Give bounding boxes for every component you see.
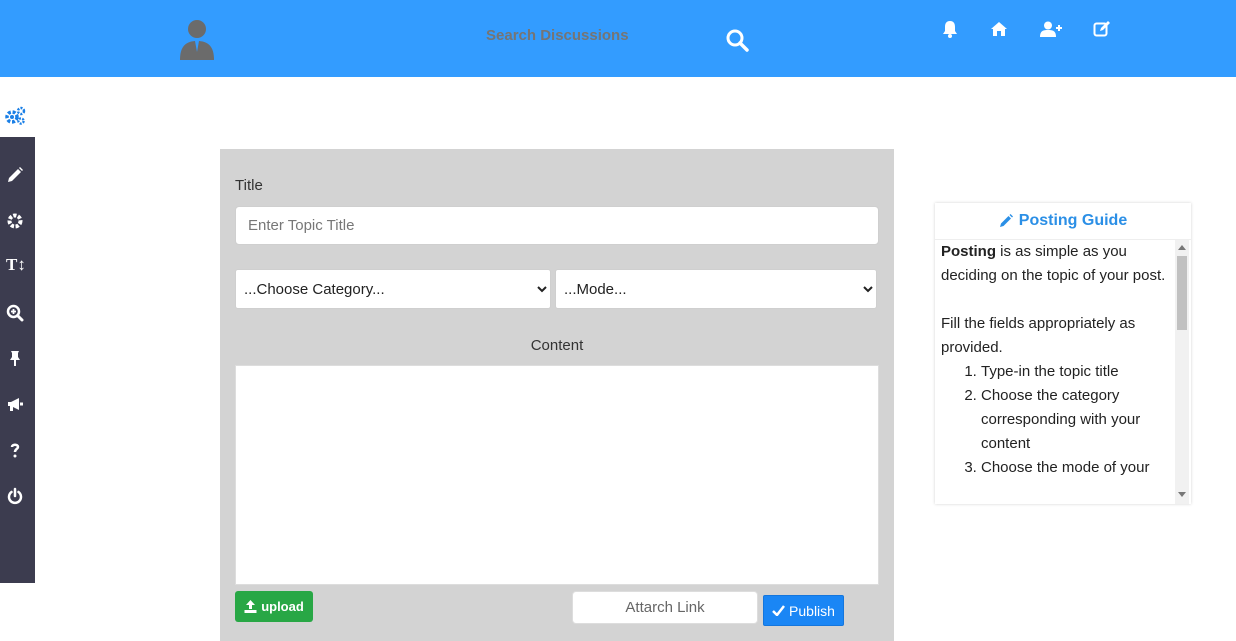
post-form-panel: Title ...Choose Category... ...Mode... C… (220, 149, 894, 641)
upload-button[interactable]: upload (235, 591, 313, 622)
pin-icon[interactable] (6, 349, 24, 367)
guide-step: Choose the mode of your (981, 456, 1167, 480)
posting-guide-header: Posting Guide (935, 203, 1191, 240)
zoom-icon[interactable] (6, 304, 24, 322)
scroll-down-arrow-icon[interactable] (1178, 492, 1186, 497)
guide-intro-bold: Posting (941, 243, 996, 260)
power-icon[interactable] (6, 487, 24, 505)
search-icon (726, 29, 749, 52)
home-icon[interactable] (990, 21, 1010, 41)
sidebar: T↕ (0, 137, 35, 583)
top-bar (0, 0, 1236, 77)
scroll-thumb[interactable] (1177, 256, 1187, 330)
guide-instruction: Fill the fields appropriately as provide… (941, 315, 1136, 356)
gear-icon[interactable] (6, 212, 24, 230)
question-icon[interactable] (6, 441, 24, 459)
topic-title-input[interactable] (235, 206, 879, 245)
bell-icon[interactable] (941, 20, 961, 40)
content-textarea[interactable] (235, 365, 879, 585)
category-select[interactable]: ...Choose Category... (235, 269, 551, 309)
megaphone-icon[interactable] (6, 395, 24, 413)
posting-guide-body[interactable]: Posting is as simple as you deciding on … (935, 240, 1191, 504)
title-label: Title (235, 177, 263, 194)
content-label: Content (530, 337, 584, 354)
text-size-icon[interactable]: T↕ (6, 255, 26, 275)
guide-intro: Posting is as simple as you deciding on … (941, 240, 1167, 288)
pencil-icon[interactable] (6, 166, 24, 184)
posting-guide-title: Posting Guide (1018, 212, 1128, 229)
settings-cluster-icon[interactable] (4, 106, 26, 126)
user-avatar-icon[interactable] (178, 18, 216, 60)
mode-select[interactable]: ...Mode... (555, 269, 877, 309)
scroll-up-arrow-icon[interactable] (1178, 245, 1186, 250)
pencil-icon (999, 214, 1013, 227)
attach-link-input[interactable] (572, 591, 758, 624)
guide-text: Posting is as simple as you deciding on … (941, 240, 1167, 480)
guide-step: Choose the category corresponding with y… (981, 384, 1167, 456)
add-user-icon[interactable] (1040, 21, 1062, 41)
edit-icon[interactable] (1093, 20, 1113, 40)
check-icon (772, 605, 786, 616)
guide-step: Type-in the topic title (981, 360, 1167, 384)
guide-steps: Type-in the topic title Choose the categ… (981, 360, 1167, 480)
publish-label: Publish (789, 602, 835, 619)
upload-icon (244, 600, 257, 613)
upload-label: upload (261, 599, 304, 614)
publish-button[interactable]: Publish (763, 595, 844, 626)
guide-scrollbar[interactable] (1175, 240, 1189, 504)
posting-guide-panel: Posting Guide Posting is as simple as yo… (935, 203, 1191, 504)
search-input[interactable] (486, 27, 646, 44)
search-button[interactable] (724, 28, 750, 54)
